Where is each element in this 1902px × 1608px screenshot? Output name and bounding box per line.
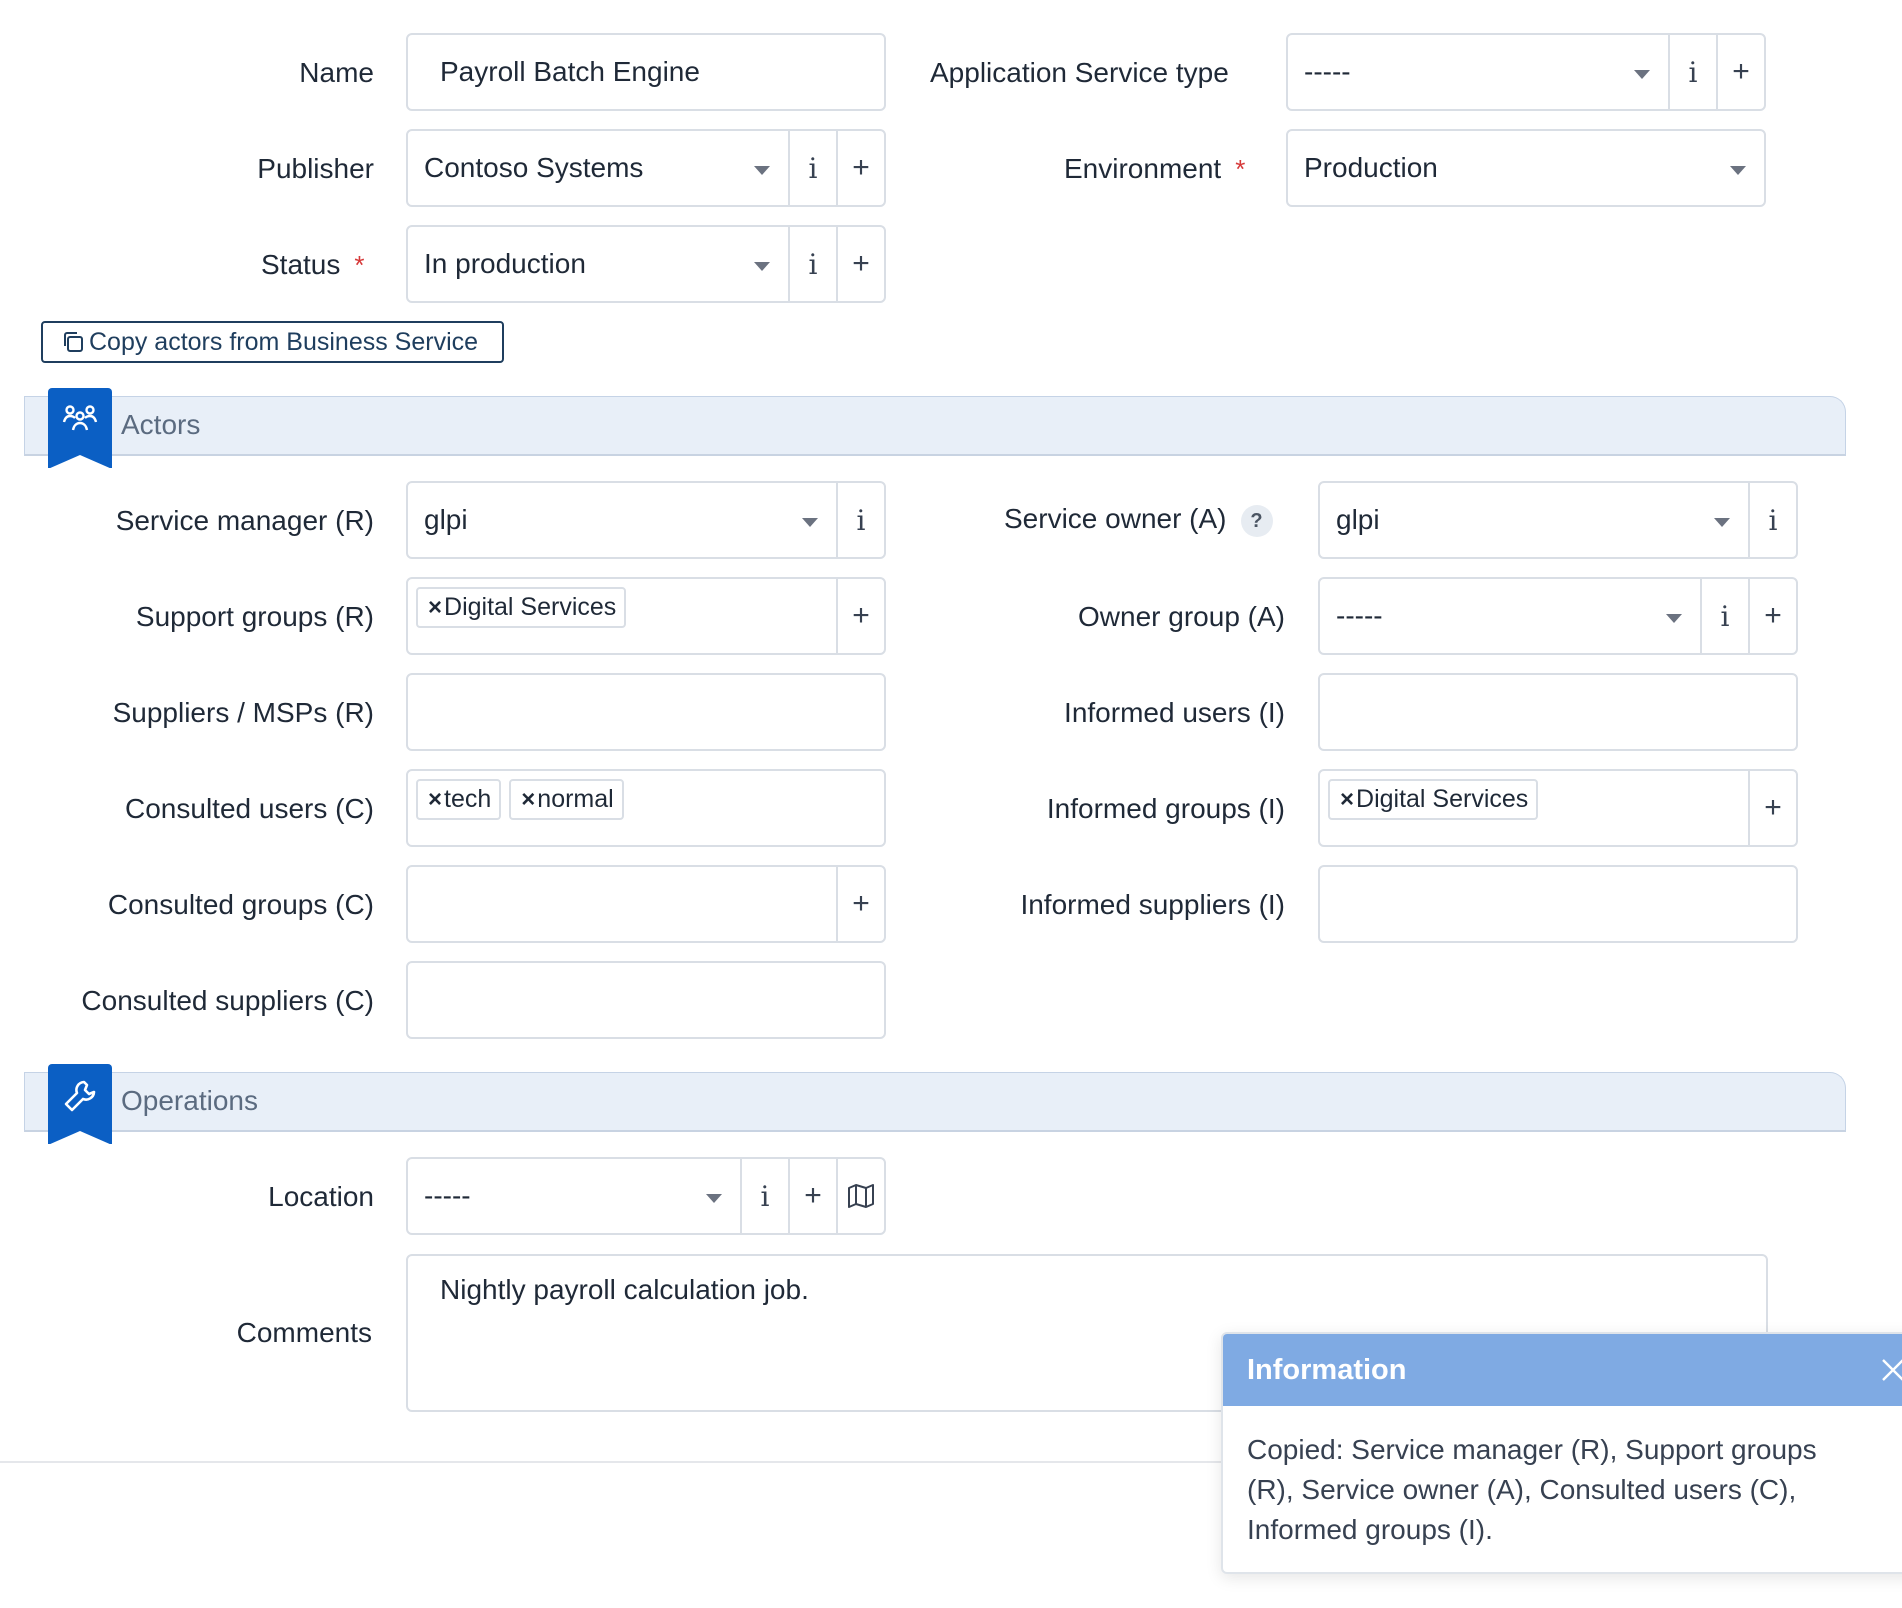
status-value: In production xyxy=(408,227,788,301)
remove-tag-button[interactable]: × xyxy=(1340,786,1354,813)
support-groups-add-button[interactable]: + xyxy=(836,579,884,653)
publisher-info-button[interactable]: i xyxy=(788,131,836,205)
required-marker: * xyxy=(1235,154,1246,184)
consulted-users-select[interactable]: ×tech ×normal xyxy=(406,769,886,847)
environment-label: Environment * xyxy=(1064,153,1246,184)
consulted-users-label: Consulted users (C) xyxy=(125,793,374,824)
informed-groups-label: Informed groups (I) xyxy=(1046,793,1285,824)
help-icon[interactable]: ? xyxy=(1240,504,1273,537)
suppliers-label: Suppliers / MSPs (R) xyxy=(112,697,374,728)
publisher-value: Contoso Systems xyxy=(408,131,788,205)
publisher-add-button[interactable]: + xyxy=(836,131,884,205)
status-info-button[interactable]: i xyxy=(788,227,836,301)
chevron-down-icon xyxy=(802,518,818,527)
status-select[interactable]: In production i + xyxy=(406,225,886,303)
tag-digital-services[interactable]: ×Digital Services xyxy=(416,587,627,628)
app-type-value: ----- xyxy=(1288,35,1668,109)
service-manager-info-button[interactable]: i xyxy=(836,483,884,557)
support-groups-tags: ×Digital Services xyxy=(408,579,836,653)
owner-group-info-button[interactable]: i xyxy=(1700,579,1748,653)
service-manager-select[interactable]: glpi i xyxy=(406,481,886,559)
support-groups-select[interactable]: ×Digital Services + xyxy=(406,577,886,655)
copy-actors-label: Copy actors from Business Service xyxy=(89,327,479,356)
service-owner-select[interactable]: glpi i xyxy=(1318,481,1798,559)
informed-groups-tags: ×Digital Services xyxy=(1320,771,1748,845)
map-icon[interactable] xyxy=(836,1159,884,1233)
service-owner-info-button[interactable]: i xyxy=(1748,483,1796,557)
copy-actors-button[interactable]: Copy actors from Business Service xyxy=(41,321,504,363)
close-icon[interactable] xyxy=(1879,1356,1902,1384)
copy-icon xyxy=(61,330,85,354)
location-select[interactable]: ----- i + xyxy=(406,1157,886,1235)
chevron-down-icon xyxy=(754,166,770,175)
owner-group-add-button[interactable]: + xyxy=(1748,579,1796,653)
location-label: Location xyxy=(268,1181,374,1212)
publisher-label: Publisher xyxy=(257,153,374,184)
consulted-groups-add-button[interactable]: + xyxy=(836,867,884,941)
suppliers-select[interactable] xyxy=(406,673,886,751)
status-add-button[interactable]: + xyxy=(836,227,884,301)
service-manager-value: glpi xyxy=(408,483,836,557)
owner-group-select[interactable]: ----- i + xyxy=(1318,577,1798,655)
location-add-button[interactable]: + xyxy=(788,1159,836,1233)
information-toast: Information Copied: Service manager (R),… xyxy=(1221,1332,1902,1574)
consulted-suppliers-select[interactable] xyxy=(406,961,886,1039)
name-value: Payroll Batch Engine xyxy=(440,56,700,87)
name-field[interactable]: Payroll Batch Engine xyxy=(406,33,886,111)
tag-digital-services[interactable]: ×Digital Services xyxy=(1328,779,1539,820)
informed-users-label: Informed users (I) xyxy=(1064,697,1285,728)
tag-tech[interactable]: ×tech xyxy=(416,779,502,820)
toast-message: Copied: Service manager (R), Support gro… xyxy=(1247,1434,1817,1545)
remove-tag-button[interactable]: × xyxy=(428,786,442,813)
location-value: ----- xyxy=(408,1159,740,1233)
location-info-button[interactable]: i xyxy=(740,1159,788,1233)
toast-title: Information xyxy=(1223,1334,1902,1406)
informed-groups-add-button[interactable]: + xyxy=(1748,771,1796,845)
comments-label: Comments xyxy=(236,1317,372,1348)
informed-suppliers-label: Informed suppliers (I) xyxy=(1020,889,1285,920)
chevron-down-icon xyxy=(1666,614,1682,623)
chevron-down-icon xyxy=(1714,518,1730,527)
app-type-add-button[interactable]: + xyxy=(1716,35,1764,109)
consulted-groups-label: Consulted groups (C) xyxy=(107,889,374,920)
operations-section-title: Operations xyxy=(121,1085,258,1116)
chevron-down-icon xyxy=(1730,166,1746,175)
owner-group-value: ----- xyxy=(1320,579,1700,653)
chevron-down-icon xyxy=(1634,70,1650,79)
chevron-down-icon xyxy=(754,262,770,271)
consulted-groups-value xyxy=(408,867,836,941)
app-type-label: Application Service type xyxy=(930,57,1229,88)
users-icon xyxy=(48,388,112,469)
informed-users-select[interactable] xyxy=(1318,673,1798,751)
app-type-select[interactable]: ----- i + xyxy=(1286,33,1766,111)
support-groups-label: Support groups (R) xyxy=(135,601,374,632)
consulted-suppliers-label: Consulted suppliers (C) xyxy=(81,985,374,1016)
name-label: Name xyxy=(299,57,374,88)
consulted-groups-select[interactable]: + xyxy=(406,865,886,943)
service-owner-label: Service owner (A)? xyxy=(1004,502,1273,537)
publisher-select[interactable]: Contoso Systems i + xyxy=(406,129,886,207)
owner-group-label: Owner group (A) xyxy=(1078,601,1285,632)
wrench-icon xyxy=(48,1064,112,1145)
actors-section-header[interactable]: Actors xyxy=(24,396,1846,456)
tag-normal[interactable]: ×normal xyxy=(509,779,624,820)
informed-suppliers-select[interactable] xyxy=(1318,865,1798,943)
actors-section-title: Actors xyxy=(121,409,201,440)
remove-tag-button[interactable]: × xyxy=(428,594,442,621)
environment-select[interactable]: Production xyxy=(1286,129,1766,207)
operations-section-header[interactable]: Operations xyxy=(24,1072,1846,1132)
app-type-info-button[interactable]: i xyxy=(1668,35,1716,109)
chevron-down-icon xyxy=(706,1194,722,1203)
environment-value: Production xyxy=(1288,131,1764,205)
consulted-users-tags: ×tech ×normal xyxy=(408,771,884,845)
status-label: Status * xyxy=(261,249,365,280)
required-marker: * xyxy=(354,250,365,280)
service-owner-value: glpi xyxy=(1320,483,1748,557)
remove-tag-button[interactable]: × xyxy=(521,786,535,813)
service-manager-label: Service manager (R) xyxy=(115,505,374,536)
informed-groups-select[interactable]: ×Digital Services + xyxy=(1318,769,1798,847)
